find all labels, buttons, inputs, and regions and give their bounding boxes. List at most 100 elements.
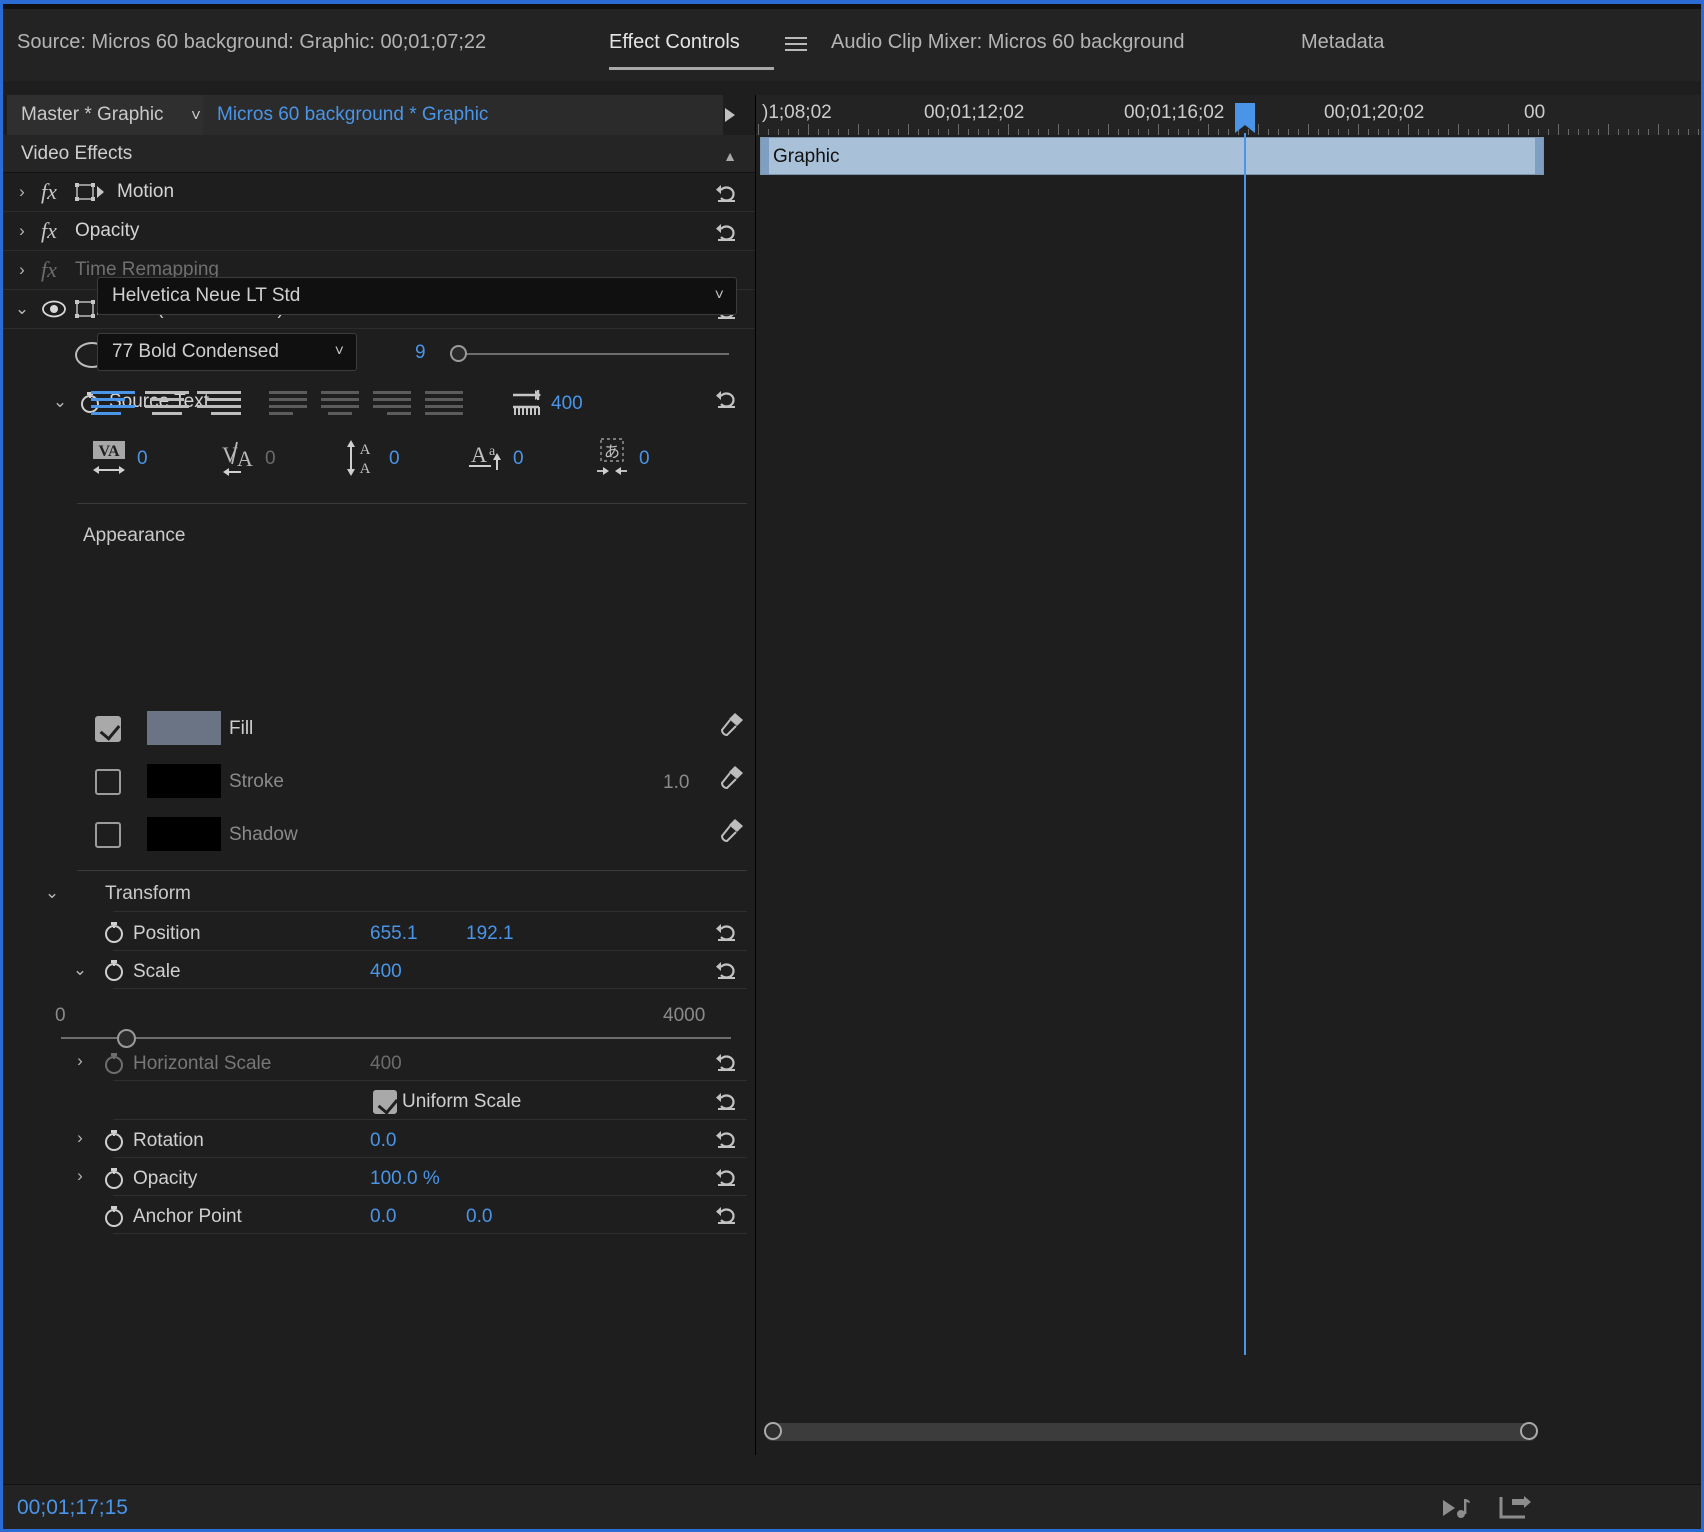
tab-source[interactable]: Source: Micros 60 background: Graphic: 0… bbox=[17, 31, 486, 54]
reset-icon[interactable] bbox=[715, 181, 741, 205]
play-triangle-icon[interactable] bbox=[725, 108, 735, 122]
baseline-shift-icon[interactable]: A a bbox=[467, 438, 509, 483]
graphic-clip-track[interactable]: Graphic bbox=[760, 137, 1544, 175]
panel-menu-icon[interactable] bbox=[785, 37, 807, 53]
scale-disclosure-chevron-down-icon[interactable]: ⌄ bbox=[61, 960, 99, 980]
disclosure-chevron-right-icon[interactable]: › bbox=[3, 182, 41, 202]
scale-reset-icon[interactable] bbox=[715, 958, 741, 982]
horizontal-scale-disclosure-chevron-right-icon[interactable]: › bbox=[61, 1051, 99, 1071]
transform-disclosure-chevron-down-icon[interactable]: ⌄ bbox=[33, 883, 71, 903]
chevron-down-icon[interactable]: ˅ bbox=[715, 287, 724, 305]
export-frame-icon[interactable] bbox=[1498, 1495, 1532, 1526]
rotation-reset-icon[interactable] bbox=[715, 1127, 741, 1151]
font-size-slider-knob[interactable] bbox=[450, 345, 467, 362]
transform-box-icon[interactable] bbox=[75, 182, 117, 202]
anchor-point-stopwatch-icon[interactable] bbox=[101, 1203, 127, 1229]
reset-icon[interactable] bbox=[715, 220, 741, 244]
scale-value[interactable]: 400 bbox=[370, 961, 402, 983]
scale-slider-track[interactable] bbox=[61, 1037, 731, 1039]
justify-all-icon[interactable] bbox=[425, 391, 463, 419]
horizontal-scale-value[interactable]: 400 bbox=[370, 1053, 402, 1075]
align-center-icon[interactable] bbox=[145, 391, 189, 419]
opacity-stopwatch-icon[interactable] bbox=[101, 1165, 127, 1191]
tab-audio-clip-mixer[interactable]: Audio Clip Mixer: Micros 60 background bbox=[831, 31, 1185, 54]
anchor-point-y-value[interactable]: 0.0 bbox=[466, 1206, 492, 1228]
justify-last-center-icon[interactable] bbox=[321, 391, 359, 419]
position-stopwatch-icon[interactable] bbox=[101, 919, 127, 945]
playhead-handle[interactable] bbox=[1235, 103, 1255, 133]
justify-last-left-icon[interactable] bbox=[269, 391, 307, 419]
tsume-icon[interactable]: あ bbox=[593, 438, 637, 483]
align-right-icon[interactable] bbox=[197, 391, 241, 419]
tracking-value[interactable]: 0 bbox=[137, 448, 148, 470]
uniform-scale-reset-icon[interactable] bbox=[715, 1089, 741, 1113]
anchor-point-x-value[interactable]: 0.0 bbox=[370, 1206, 396, 1228]
opacity-value[interactable]: 100.0 % bbox=[370, 1168, 440, 1190]
timeline-zoom-scrollbar[interactable] bbox=[764, 1422, 1538, 1441]
fill-eyedropper-icon[interactable] bbox=[715, 711, 745, 748]
clip-selector[interactable]: Micros 60 background * Graphic bbox=[203, 95, 723, 135]
play-audio-icon[interactable] bbox=[1441, 1497, 1475, 1524]
current-timecode[interactable]: 00;01;17;15 bbox=[17, 1496, 128, 1520]
rotation-value[interactable]: 0.0 bbox=[370, 1130, 396, 1152]
effect-row-opacity[interactable]: › fx Opacity bbox=[3, 212, 755, 251]
rotation-stopwatch-icon[interactable] bbox=[101, 1127, 127, 1153]
chevron-up-icon[interactable]: ▲ bbox=[723, 148, 737, 164]
fill-checkbox[interactable] bbox=[95, 716, 121, 742]
disclosure-chevron-right-icon[interactable]: › bbox=[3, 260, 41, 280]
justify-last-right-icon[interactable] bbox=[373, 391, 411, 419]
tsume-value[interactable]: 0 bbox=[639, 448, 650, 470]
scale-slider-knob[interactable] bbox=[117, 1029, 136, 1048]
clip-handle-right[interactable] bbox=[1535, 138, 1543, 174]
font-style-dropdown[interactable]: 77 Bold Condensed ˅ bbox=[97, 333, 357, 371]
font-size-slider-track[interactable] bbox=[451, 353, 729, 355]
opacity-disclosure-chevron-right-icon[interactable]: › bbox=[61, 1166, 99, 1186]
clip-handle-left[interactable] bbox=[761, 138, 769, 174]
horizontal-scale-reset-icon[interactable] bbox=[715, 1050, 741, 1074]
rotation-disclosure-chevron-right-icon[interactable]: › bbox=[61, 1128, 99, 1148]
effect-row-motion[interactable]: › fx Motion bbox=[3, 173, 755, 212]
tab-effect-controls[interactable]: Effect Controls bbox=[609, 31, 740, 54]
shadow-eyedropper-icon[interactable] bbox=[715, 817, 745, 854]
scale-stopwatch-icon[interactable] bbox=[101, 957, 127, 983]
horizontal-scale-stopwatch-icon[interactable] bbox=[101, 1050, 127, 1076]
line-spacing-icon[interactable] bbox=[509, 387, 543, 426]
disclosure-chevron-down-icon[interactable]: ⌄ bbox=[3, 299, 41, 319]
leading-value[interactable]: 0 bbox=[389, 448, 400, 470]
align-left-icon[interactable] bbox=[91, 391, 135, 419]
timeline-ruler[interactable]: )1;08;02 00;01;12;02 00;01;16;02 00;01;2… bbox=[756, 95, 1701, 135]
font-size-value[interactable]: 9 bbox=[415, 342, 426, 364]
opacity-reset-icon[interactable] bbox=[715, 1165, 741, 1189]
position-x-value[interactable]: 655.1 bbox=[370, 923, 418, 945]
kerning-value[interactable]: 0 bbox=[265, 448, 276, 470]
master-selector[interactable]: Master * Graphic ˅ bbox=[7, 95, 203, 135]
tab-metadata[interactable]: Metadata bbox=[1301, 31, 1384, 54]
uniform-scale-checkbox[interactable] bbox=[373, 1090, 397, 1114]
disclosure-chevron-down-icon[interactable]: ⌄ bbox=[43, 392, 77, 412]
zoom-handle-right[interactable] bbox=[1520, 1422, 1538, 1440]
disclosure-chevron-right-icon[interactable]: › bbox=[3, 221, 41, 241]
font-family-dropdown[interactable]: Helvetica Neue LT Std ˅ bbox=[97, 277, 737, 315]
stroke-width-value[interactable]: 1.0 bbox=[663, 772, 689, 794]
shadow-checkbox[interactable] bbox=[95, 822, 121, 848]
stroke-eyedropper-icon[interactable] bbox=[715, 764, 745, 801]
stroke-checkbox[interactable] bbox=[95, 769, 121, 795]
position-reset-icon[interactable] bbox=[715, 920, 741, 944]
ruler-tick bbox=[1408, 124, 1409, 135]
anchor-point-reset-icon[interactable] bbox=[715, 1203, 741, 1227]
leading-icon[interactable]: A A bbox=[343, 438, 385, 483]
effect-controls-timeline[interactable]: )1;08;02 00;01;12;02 00;01;16;02 00;01;2… bbox=[755, 95, 1701, 1455]
baseline-shift-value[interactable]: 0 bbox=[513, 448, 524, 470]
eye-visibility-icon[interactable] bbox=[41, 300, 75, 318]
tracking-icon[interactable]: VA bbox=[91, 440, 131, 483]
position-y-value[interactable]: 192.1 bbox=[466, 923, 514, 945]
line-spacing-value[interactable]: 400 bbox=[551, 393, 583, 415]
kerning-icon[interactable]: V A bbox=[219, 440, 259, 483]
shadow-color-swatch[interactable] bbox=[147, 817, 221, 851]
fill-color-swatch[interactable] bbox=[147, 711, 221, 745]
video-effects-header[interactable]: Video Effects ▲ bbox=[3, 135, 755, 173]
zoom-handle-left[interactable] bbox=[764, 1422, 782, 1440]
stroke-color-swatch[interactable] bbox=[147, 764, 221, 798]
reset-icon[interactable] bbox=[715, 387, 741, 411]
chevron-down-icon[interactable]: ˅ bbox=[335, 343, 344, 361]
